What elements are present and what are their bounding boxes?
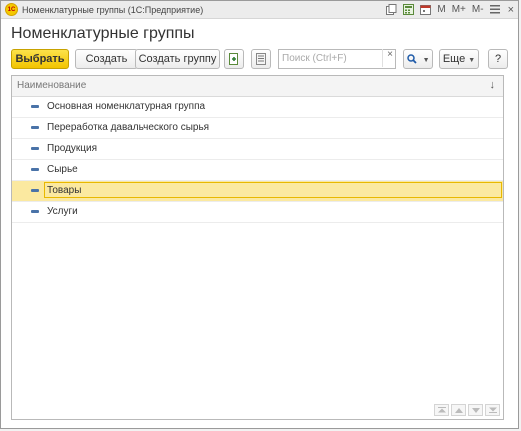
group-item-icon xyxy=(31,105,39,108)
close-button[interactable]: × xyxy=(508,4,514,16)
row-label: Услуги xyxy=(47,206,78,217)
column-header-name[interactable]: Наименование xyxy=(17,80,86,91)
page-title: Номенклатурные группы xyxy=(11,25,195,42)
menu-icon[interactable] xyxy=(489,4,501,16)
more-label: Еще xyxy=(442,53,466,65)
scroll-bottom-button[interactable] xyxy=(485,404,500,416)
create-group-button[interactable]: Создать группу xyxy=(135,49,220,69)
row-label: Сырье xyxy=(47,164,78,175)
scroll-top-button[interactable] xyxy=(434,404,449,416)
group-item-icon xyxy=(31,210,39,213)
app-logo-icon: 1С xyxy=(5,3,18,16)
row-label: Основная номенклатурная группа xyxy=(47,101,206,112)
table-header: Наименование ↓ xyxy=(12,76,503,97)
select-button[interactable]: Выбрать xyxy=(11,49,69,69)
search-input[interactable]: Поиск (Ctrl+F) xyxy=(278,49,396,69)
search-clear-button[interactable]: × xyxy=(382,49,397,67)
search-options-button[interactable]: ▼ xyxy=(403,49,433,69)
scroll-down-icon xyxy=(471,407,480,413)
scroll-up-icon xyxy=(454,407,463,413)
toolbar: Выбрать Создать Создать группу Поиск (Ct… xyxy=(11,49,511,70)
table-row[interactable]: Услуги xyxy=(12,202,503,223)
scroll-bottom-icon xyxy=(488,407,497,413)
list-navigation xyxy=(432,404,500,416)
row-label: Товары xyxy=(47,185,82,196)
row-label: Переработка давальческого сырья xyxy=(47,122,210,133)
help-button[interactable]: ? xyxy=(488,49,508,69)
copy-document-icon xyxy=(228,53,240,68)
memory-button[interactable]: M xyxy=(437,4,445,15)
table-row-selected[interactable]: Товары xyxy=(12,181,503,202)
copy-icon[interactable] xyxy=(385,4,397,16)
title-tools: M M+ M- × xyxy=(380,2,514,17)
scroll-top-icon xyxy=(437,407,446,413)
memory-minus-button[interactable]: M- xyxy=(472,4,484,15)
group-item-icon xyxy=(31,168,39,171)
app-window: 1С Номенклатурные группы (1С:Предприятие… xyxy=(0,0,519,429)
scroll-down-button[interactable] xyxy=(468,404,483,416)
group-item-icon xyxy=(31,126,39,129)
copy-button[interactable] xyxy=(224,49,244,69)
scroll-up-button[interactable] xyxy=(451,404,466,416)
table-row[interactable]: Основная номенклатурная группа xyxy=(12,97,503,118)
window-title: Номенклатурные группы (1С:Предприятие) xyxy=(22,4,204,15)
table-row[interactable]: Сырье xyxy=(12,160,503,181)
memory-plus-button[interactable]: M+ xyxy=(452,4,466,15)
calendar-icon[interactable] xyxy=(419,4,431,16)
selected-cell-frame xyxy=(44,182,502,198)
magnifier-icon xyxy=(406,53,420,65)
list-table: Наименование ↓ Основная номенклатурная г… xyxy=(11,75,504,420)
calculator-icon[interactable] xyxy=(402,4,414,16)
list-icon xyxy=(256,53,266,68)
create-button[interactable]: Создать xyxy=(75,49,138,69)
table-row[interactable]: Продукция xyxy=(12,139,503,160)
chevron-down-icon: ▼ xyxy=(468,57,476,64)
list-settings-button[interactable] xyxy=(251,49,271,69)
sort-icon: ↓ xyxy=(489,79,496,91)
more-button[interactable]: Еще ▼ xyxy=(439,49,479,69)
group-item-icon xyxy=(31,147,39,150)
chevron-down-icon: ▼ xyxy=(422,57,430,64)
row-label: Продукция xyxy=(47,143,98,154)
group-item-icon xyxy=(31,189,39,192)
table-row[interactable]: Переработка давальческого сырья xyxy=(12,118,503,139)
title-bar: 1С Номенклатурные группы (1С:Предприятие… xyxy=(1,1,518,19)
